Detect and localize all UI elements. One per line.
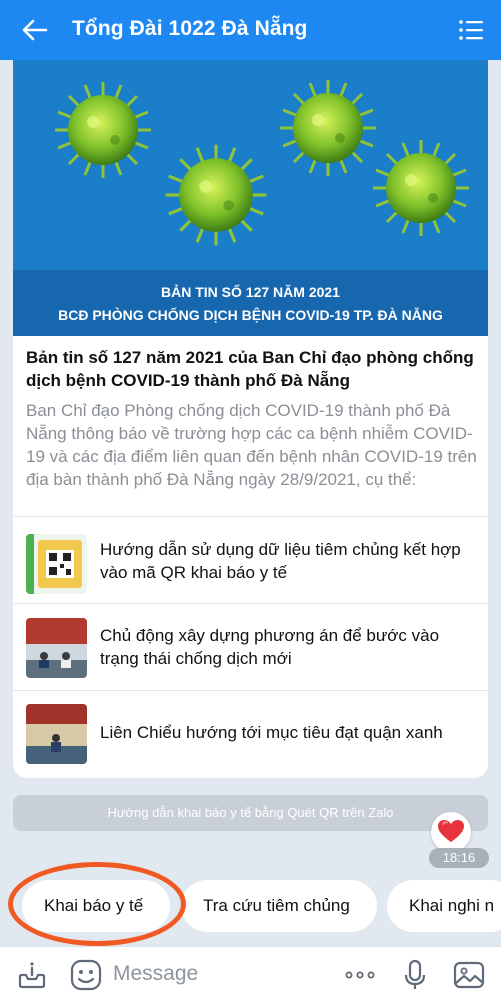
article-summary: Ban Chỉ đạo Phòng chống dịch COVID-19 th… [26,401,477,489]
related-article-title: Liên Chiểu hướng tới mục tiêu đạt quận x… [100,723,443,742]
more-dots-icon[interactable] [343,958,377,992]
info-tray-icon[interactable] [15,958,49,992]
message-input[interactable]: Message [113,962,198,986]
quick-reply-khai-nghi[interactable]: Khai nghi n [387,880,501,932]
related-article-thumbnail [26,534,87,594]
back-arrow-icon[interactable] [20,15,50,45]
banner-caption-line1: BẢN TIN SỐ 127 NĂM 2021 [161,284,340,300]
banner-caption-line2: BCĐ PHÒNG CHỐNG DỊCH BỆNH COVID-19 TP. Đ… [58,307,443,323]
virus-illustration [53,78,471,247]
related-article-thumbnail [26,704,87,764]
related-article-thumbnail [26,618,87,678]
related-article-item[interactable]: Hướng dẫn sử dụng dữ liệu tiêm chủng kết… [13,517,488,603]
highlight-circle-annotation [8,862,186,946]
related-article-title: Chủ động xây dựng phương án để bước vào … [100,626,440,668]
reaction-button[interactable] [431,812,471,852]
list-menu-icon[interactable] [457,16,485,44]
microphone-icon[interactable] [398,958,432,992]
sticker-face-icon[interactable] [69,958,103,992]
header-bar: Tổng Đài 1022 Đà Nẵng [0,0,501,60]
related-article-item[interactable]: Liên Chiểu hướng tới mục tiêu đạt quận x… [13,691,488,777]
banner-caption-strip [13,270,488,336]
related-article-item[interactable]: Chủ động xây dựng phương án để bước vào … [13,604,488,690]
chat-title: Tổng Đài 1022 Đà Nẵng [72,17,308,40]
qr-guide-notice[interactable]: Hướng dẫn khai báo y tế bằng Quét QR trê… [13,795,488,831]
message-composer: Message [0,946,501,999]
related-article-title: Hướng dẫn sử dụng dữ liệu tiêm chủng kết… [100,540,461,582]
image-gallery-icon[interactable] [452,958,486,992]
article-card[interactable]: BẢN TIN SỐ 127 NĂM 2021 BCĐ PHÒNG CHỐNG … [13,60,488,778]
article-banner-image[interactable]: BẢN TIN SỐ 127 NĂM 2021 BCĐ PHÒNG CHỐNG … [13,60,488,336]
message-timestamp: 18:16 [429,848,489,868]
heart-reaction-icon [438,820,464,842]
article-headline[interactable]: Bản tin số 127 năm 2021 của Ban Chỉ đạo … [26,346,476,392]
quick-reply-tra-cuu-tiem-chung[interactable]: Tra cứu tiêm chủng [181,880,377,932]
